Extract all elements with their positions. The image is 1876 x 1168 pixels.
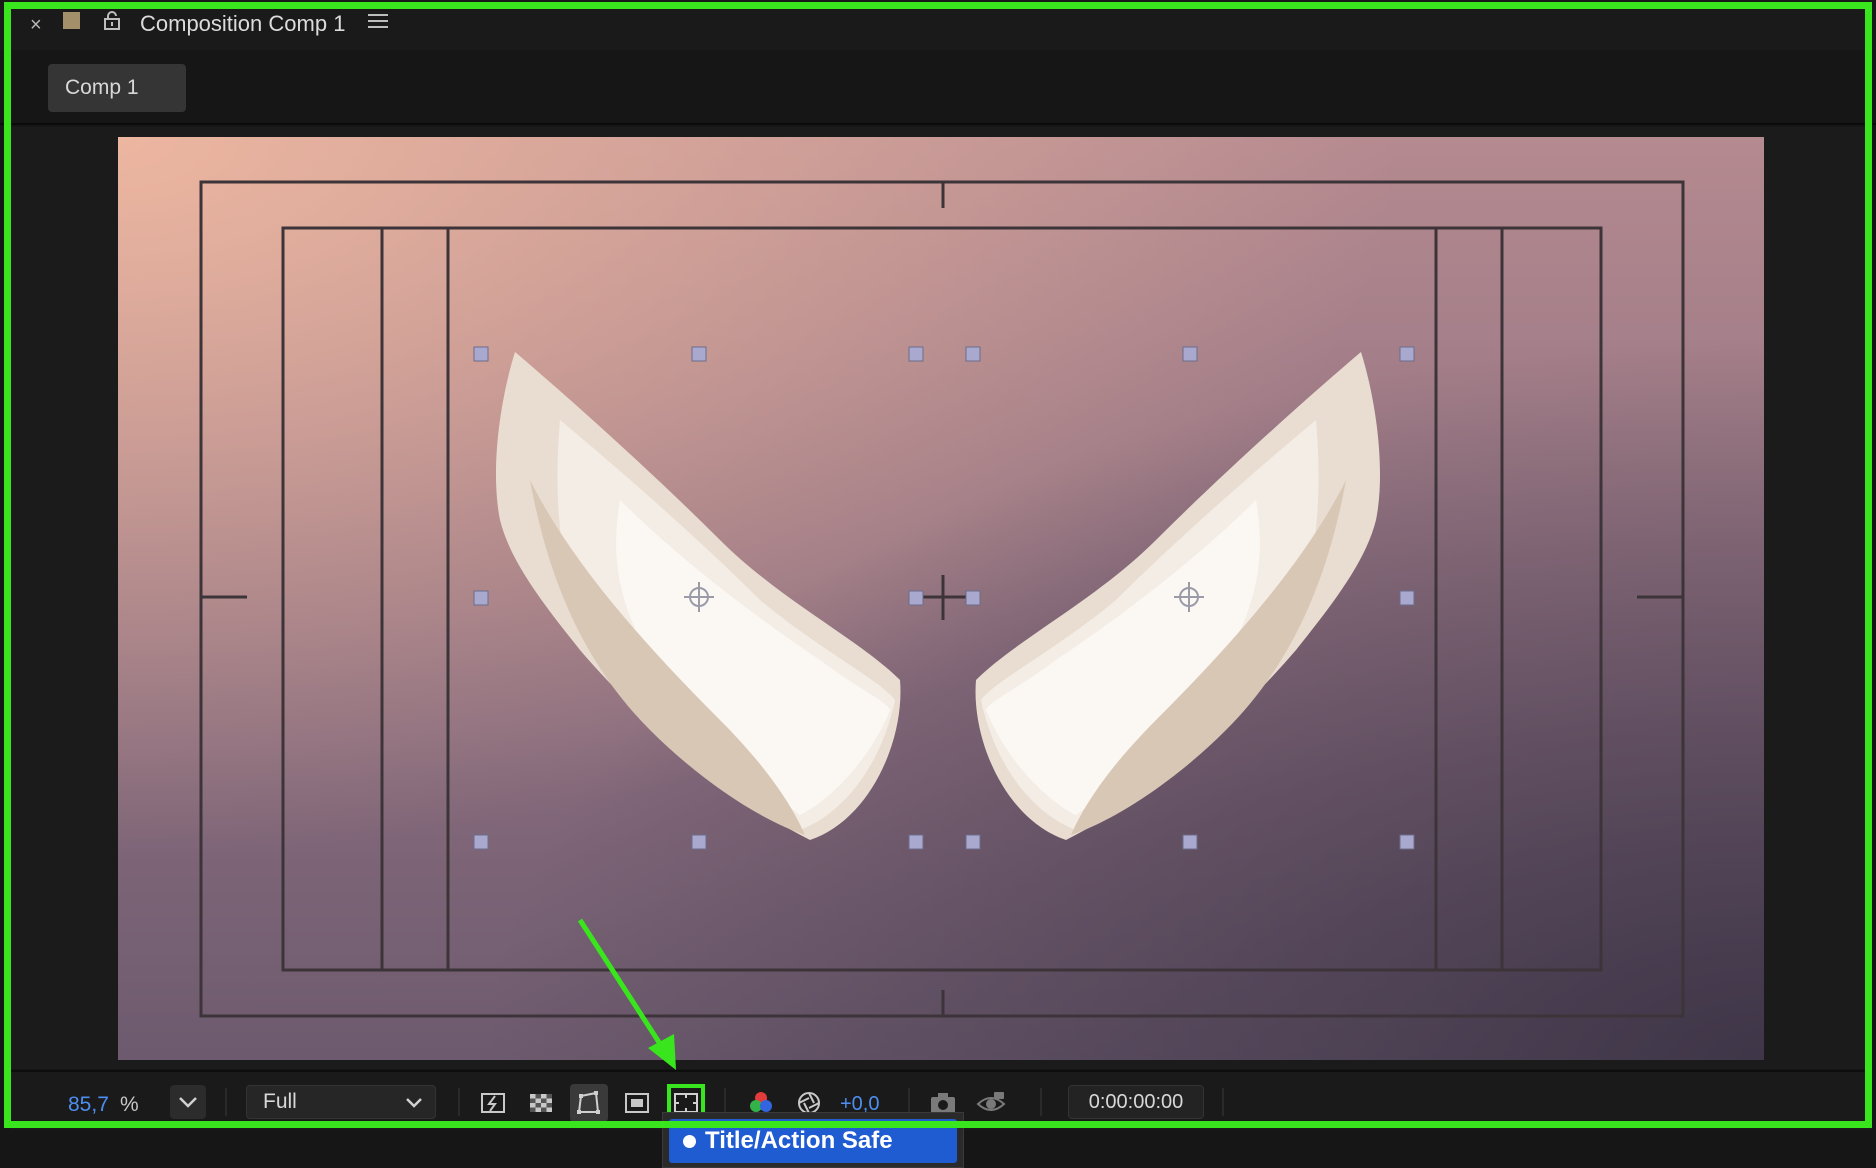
composition-canvas[interactable] [118, 137, 1764, 1060]
chevron-down-icon [179, 1097, 197, 1108]
zoom-dropdown[interactable] [170, 1085, 206, 1119]
chevron-down-icon [406, 1098, 422, 1108]
composition-tab-bar: Comp 1 [0, 50, 1876, 125]
lock-icon[interactable] [103, 10, 121, 30]
region-of-interest-button[interactable] [618, 1084, 656, 1122]
panel-title-bar: × Composition Comp 1 [0, 0, 1876, 50]
selected-dot-icon [683, 1135, 696, 1148]
region-of-interest-icon [625, 1093, 649, 1113]
zoom-unit: % [120, 1093, 139, 1116]
current-time-display[interactable]: 0:00:00:00 [1068, 1085, 1204, 1119]
panel-title: Composition Comp 1 [140, 11, 346, 36]
mask-path-icon [577, 1091, 600, 1114]
show-snapshot-button[interactable] [972, 1084, 1010, 1122]
mask-visibility-button[interactable] [570, 1084, 608, 1122]
fast-previews-button[interactable] [474, 1084, 512, 1122]
close-icon[interactable]: × [30, 14, 42, 37]
resolution-select[interactable]: Full [246, 1085, 436, 1119]
panel-menu-icon[interactable] [368, 14, 388, 32]
composition-panel: × Composition Comp 1 Comp 1 85,7 % Full … [0, 0, 1876, 1168]
show-snapshot-icon [976, 1092, 1006, 1111]
title-action-safe-menu: Title/Action Safe [662, 1112, 964, 1168]
tab-comp-1[interactable]: Comp 1 [48, 64, 186, 112]
transparency-grid-button[interactable] [522, 1084, 560, 1122]
menu-item-label: Title/Action Safe [705, 1127, 893, 1154]
color-swatch-icon[interactable] [63, 12, 80, 29]
resolution-value: Full [263, 1090, 297, 1113]
fast-preview-icon [481, 1093, 505, 1113]
zoom-value[interactable]: 85,7 [68, 1093, 109, 1117]
menu-item-title-action-safe[interactable]: Title/Action Safe [669, 1119, 957, 1163]
transparency-grid-icon [530, 1094, 552, 1112]
